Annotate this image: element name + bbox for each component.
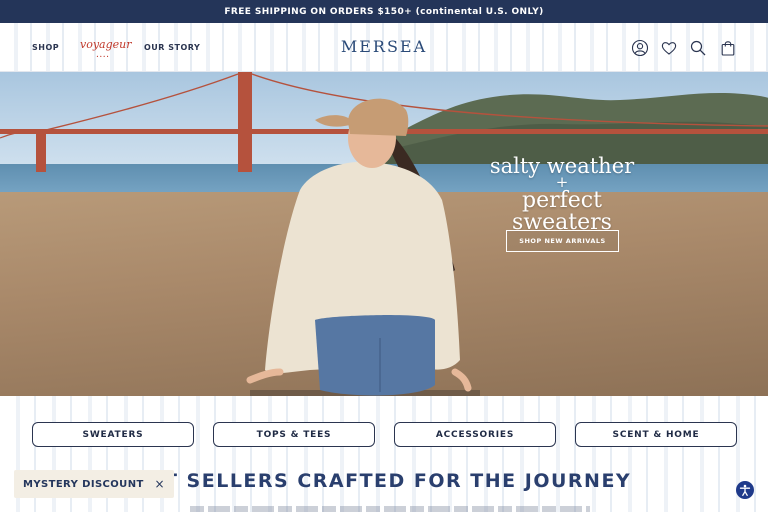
wishlist-heart-icon[interactable] bbox=[660, 39, 678, 57]
mystery-discount-label[interactable]: MYSTERY DISCOUNT bbox=[23, 479, 144, 490]
category-sweaters-button[interactable]: SWEATERS bbox=[32, 422, 194, 447]
nav-our-story-link[interactable]: OUR STORY bbox=[144, 43, 200, 52]
announcement-text: FREE SHIPPING ON ORDERS $150+ (continent… bbox=[224, 6, 544, 17]
hero-headline: salty weather + perfect sweaters bbox=[472, 156, 652, 235]
shop-new-arrivals-button[interactable]: SHOP NEW ARRIVALS bbox=[506, 230, 619, 252]
hero-banner[interactable]: salty weather + perfect sweaters SHOP NE… bbox=[0, 72, 768, 396]
hero-model-image bbox=[246, 98, 480, 396]
voyageur-ornament: •••• bbox=[96, 54, 110, 59]
best-sellers-heading: ST SELLERS CRAFTED FOR THE JOURNEY bbox=[148, 470, 632, 492]
category-scent-home-button[interactable]: SCENT & HOME bbox=[575, 422, 737, 447]
category-tops-tees-button[interactable]: TOPS & TEES bbox=[213, 422, 375, 447]
shopping-bag-icon[interactable] bbox=[719, 39, 737, 57]
site-logo[interactable]: MERSEA bbox=[322, 37, 446, 56]
mystery-discount-popup[interactable]: MYSTERY DISCOUNT × bbox=[14, 470, 174, 498]
nav-shop-link[interactable]: SHOP bbox=[32, 43, 59, 52]
hero-title-line2: perfect sweaters bbox=[512, 188, 612, 235]
close-icon[interactable]: × bbox=[155, 477, 165, 491]
site-header: SHOP voyageur •••• OUR STORY MERSEA bbox=[0, 23, 768, 72]
accessibility-icon[interactable] bbox=[736, 481, 754, 499]
announcement-bar: FREE SHIPPING ON ORDERS $150+ (continent… bbox=[0, 0, 768, 23]
nav-voyageur-link[interactable]: voyageur bbox=[80, 39, 132, 51]
account-icon[interactable] bbox=[631, 39, 649, 57]
section-subtitle-cropped bbox=[150, 502, 620, 512]
category-accessories-button[interactable]: ACCESSORIES bbox=[394, 422, 556, 447]
search-icon[interactable] bbox=[689, 39, 707, 57]
